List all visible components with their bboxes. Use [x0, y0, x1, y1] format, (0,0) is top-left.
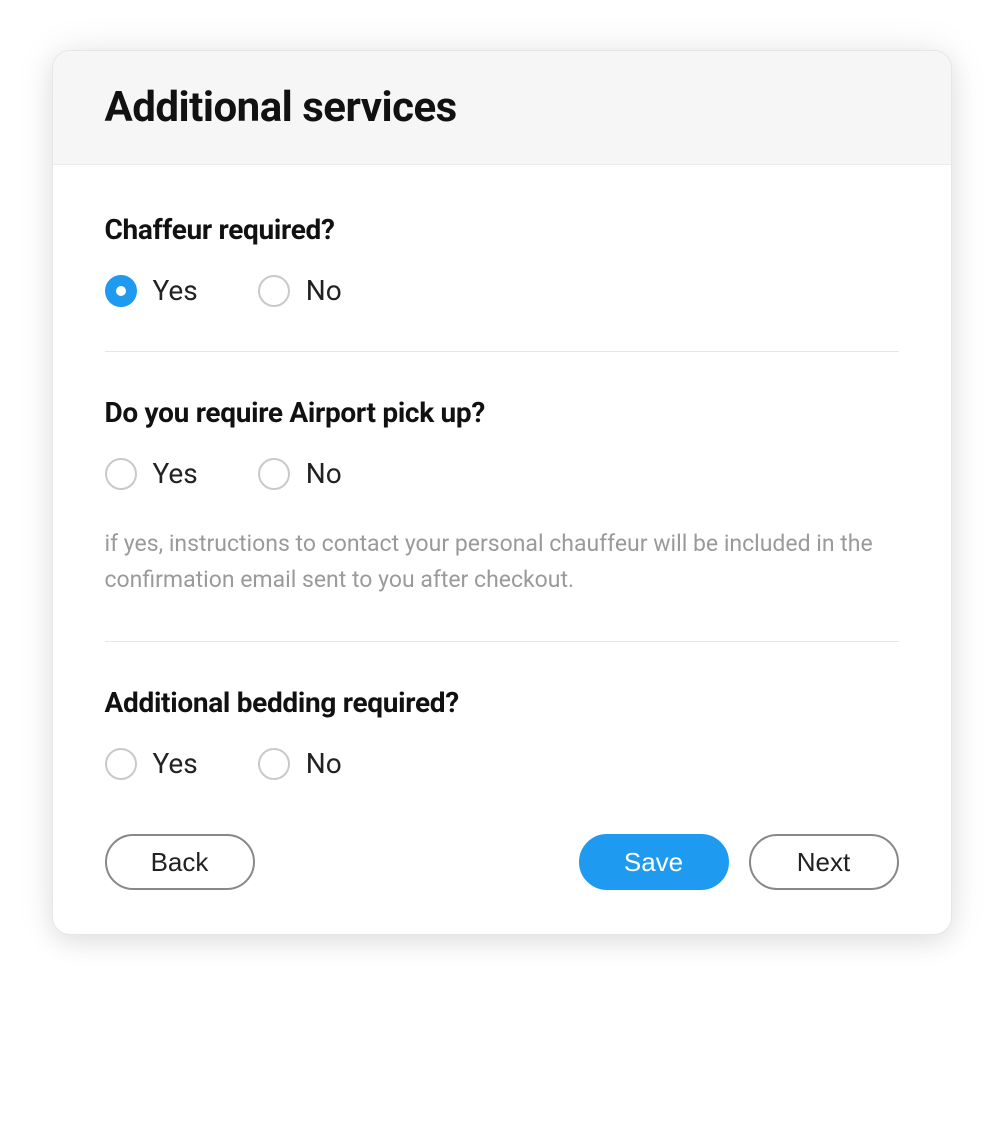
back-button[interactable]: Back [105, 834, 255, 890]
services-card: Additional services Chaffeur required? Y… [52, 50, 952, 935]
radio-bedding-no[interactable]: No [258, 747, 342, 780]
question-label: Chaffeur required? [105, 213, 899, 246]
radio-airport-yes[interactable]: Yes [105, 457, 198, 490]
radio-icon [105, 748, 137, 780]
question-bedding: Additional bedding required? Yes No [105, 686, 899, 824]
card-title: Additional services [105, 83, 899, 132]
radio-bedding-yes[interactable]: Yes [105, 747, 198, 780]
radio-icon [105, 275, 137, 307]
helper-text: if yes, instructions to contact your per… [105, 526, 899, 597]
radio-label: No [306, 274, 342, 307]
radio-group-chauffeur: Yes No [105, 274, 899, 307]
radio-icon [258, 275, 290, 307]
radio-chauffeur-no[interactable]: No [258, 274, 342, 307]
next-button[interactable]: Next [749, 834, 899, 890]
save-button[interactable]: Save [579, 834, 729, 890]
radio-label: Yes [153, 457, 198, 490]
card-header: Additional services [53, 51, 951, 165]
card-body: Chaffeur required? Yes No Do you require… [53, 165, 951, 934]
radio-label: Yes [153, 274, 198, 307]
radio-airport-no[interactable]: No [258, 457, 342, 490]
radio-icon [258, 748, 290, 780]
question-airport-pickup: Do you require Airport pick up? Yes No i… [105, 396, 899, 642]
radio-label: Yes [153, 747, 198, 780]
question-label: Additional bedding required? [105, 686, 899, 719]
radio-group-airport: Yes No [105, 457, 899, 490]
radio-label: No [306, 747, 342, 780]
question-label: Do you require Airport pick up? [105, 396, 899, 429]
question-chauffeur: Chaffeur required? Yes No [105, 213, 899, 352]
radio-icon [105, 458, 137, 490]
button-row: Back Save Next [105, 834, 899, 890]
radio-group-bedding: Yes No [105, 747, 899, 780]
radio-chauffeur-yes[interactable]: Yes [105, 274, 198, 307]
radio-icon [258, 458, 290, 490]
radio-label: No [306, 457, 342, 490]
